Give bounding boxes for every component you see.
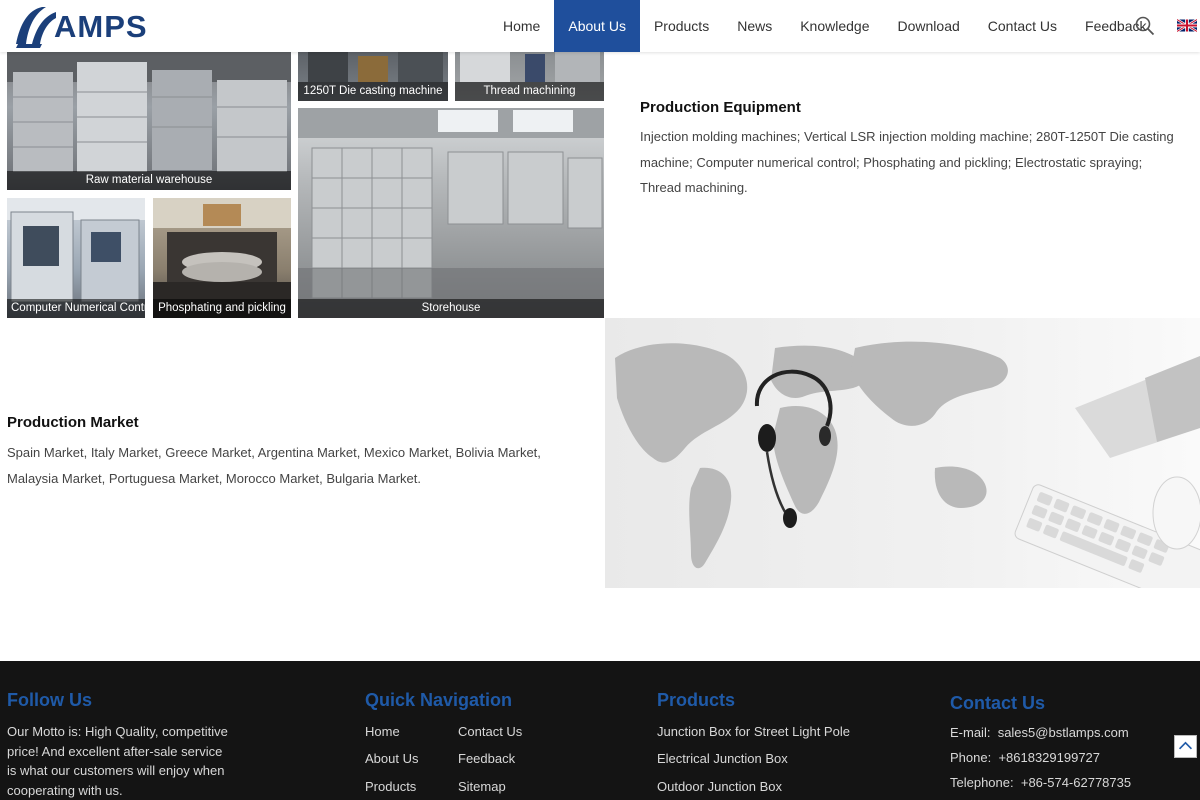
world-map-illustration [615,341,1200,588]
production-market-title: Production Market [7,414,139,431]
photo-caption: Storehouse [298,299,604,318]
nav-news[interactable]: News [723,0,786,52]
footer-product-link[interactable]: Outdoor Junction Box [657,779,782,794]
nav-download[interactable]: Download [884,0,974,52]
footer-contact-us-title: Contact Us [950,693,1046,713]
nav-products[interactable]: Products [640,0,723,52]
production-market-text: Spain Market, Italy Market, Greece Marke… [7,445,541,486]
footer-products-title: Products [657,690,736,710]
footer-link-sitemap[interactable]: Sitemap [458,779,506,794]
photo-caption: 1250T Die casting machine [298,82,448,101]
photo-caption: Computer Numerical Control [7,299,145,318]
photo-raw-material-warehouse: Raw material warehouse [7,52,291,190]
phone-value: +8618329199727 [998,750,1101,765]
logo-text: AMPS [54,9,148,44]
production-equipment-text: Injection molding machines; Vertical LSR… [640,129,1174,195]
photo-storehouse: Storehouse [298,108,604,318]
telephone-label: Telephone: [950,775,1014,790]
search-icon[interactable] [1135,16,1155,36]
footer-email-row: E-mail: sales5@bstlamps.com [950,725,1129,740]
footer-telephone-row: Telephone: +86-574-62778735 [950,775,1131,790]
photo-caption: Thread machining [455,82,604,101]
warehouse-photo [7,52,291,172]
footer-follow-us-title: Follow Us [7,690,92,710]
telephone-value: +86-574-62778735 [1020,775,1132,790]
photo-caption: Raw material warehouse [7,171,291,190]
phone-label: Phone: [950,750,992,765]
photo-die-casting-machine: 1250T Die casting machine [298,52,448,101]
footer-product-link[interactable]: Junction Box for Street Light Pole [657,724,850,739]
photo-caption: Phosphating and pickling [153,299,291,318]
nav-contact-us[interactable]: Contact Us [974,0,1071,52]
footer-link-home[interactable]: Home [365,724,400,739]
site-logo[interactable]: AMPS [12,4,148,48]
footer-link-contact-us[interactable]: Contact Us [458,724,522,739]
footer-product-link[interactable]: Electrical Junction Box [657,751,788,766]
uk-flag-icon[interactable] [1177,19,1197,32]
logo-mark-icon [16,7,56,48]
chevron-up-icon [1178,741,1193,750]
footer-phone-row: Phone: +8618329199727 [950,750,1100,765]
back-to-top-button[interactable] [1174,735,1197,758]
email-label: E-mail: [950,725,991,740]
email-value[interactable]: sales5@bstlamps.com [998,725,1129,740]
footer-link-about-us[interactable]: About Us [365,751,418,766]
nav-about-us[interactable]: About Us [554,0,640,52]
photo-thread-machining: Thread machining [455,52,604,101]
site-header: AMPS Home About Us Products News Knowled… [0,0,1200,52]
footer-link-products[interactable]: Products [365,779,416,794]
storehouse-photo [298,108,604,318]
nav-knowledge[interactable]: Knowledge [786,0,883,52]
site-footer: Follow Us Our Motto is: High Quality, co… [0,661,1200,800]
photo-phosphating-pickling: Phosphating and pickling [153,198,291,318]
nav-home[interactable]: Home [489,0,554,52]
world-map-desk-image [605,318,1200,588]
footer-link-feedback[interactable]: Feedback [458,751,515,766]
footer-motto-text: Our Motto is: High Quality, competitive … [7,724,228,798]
footer-quick-navigation-title: Quick Navigation [365,690,513,710]
photo-cnc: Computer Numerical Control [7,198,145,318]
main-nav: Home About Us Products News Knowledge Do… [489,0,1161,52]
production-equipment-title: Production Equipment [640,99,801,116]
